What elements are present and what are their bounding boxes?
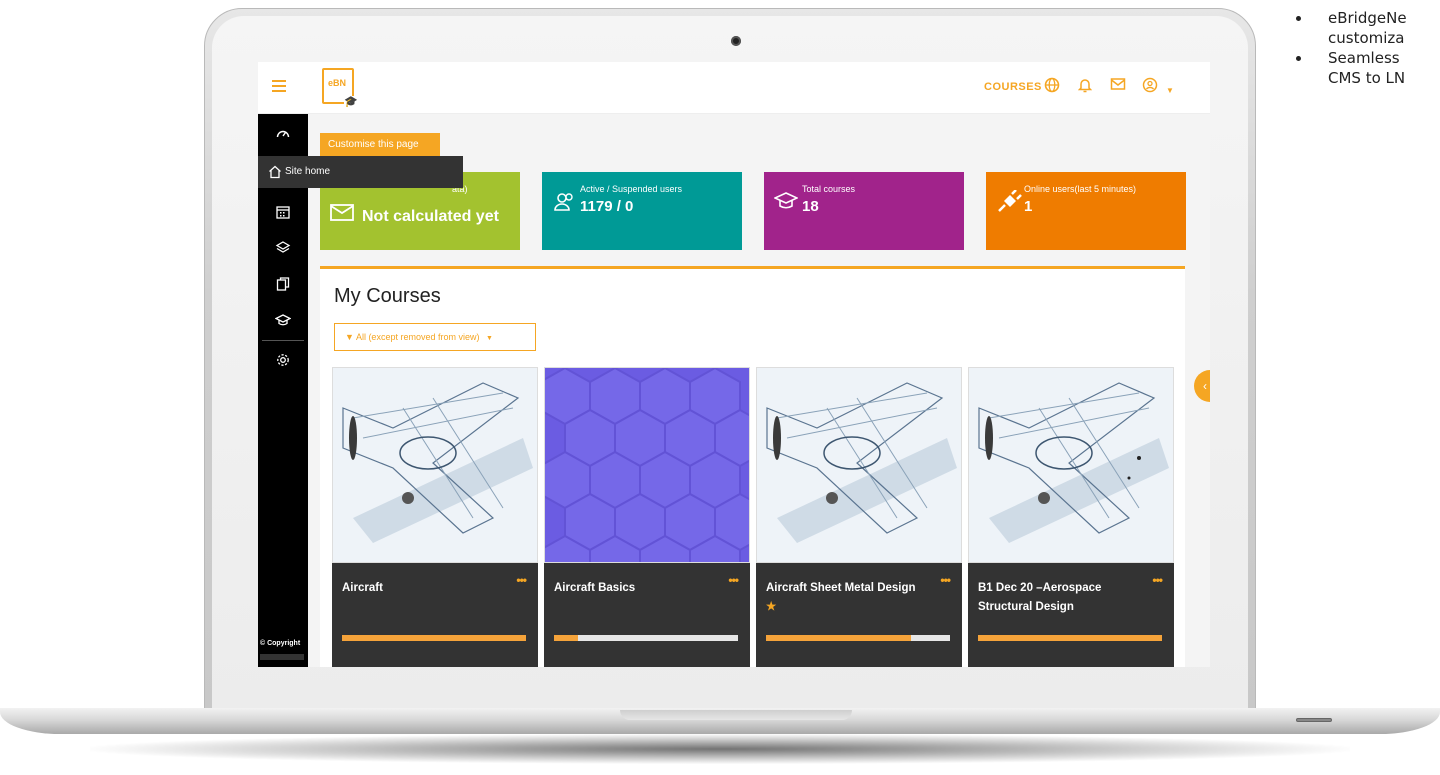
- mail-open-icon: [330, 202, 354, 227]
- layers-icon[interactable]: [274, 240, 292, 258]
- course-image: [332, 367, 538, 563]
- course-card[interactable]: Aircraft •••: [332, 367, 538, 667]
- course-progress: [766, 635, 950, 641]
- copyright-line: [260, 654, 304, 660]
- mail-icon[interactable]: [1110, 77, 1126, 96]
- dashboard-icon[interactable]: [274, 126, 292, 144]
- user-icon[interactable]: [1142, 77, 1158, 98]
- filter-label: All (except removed from view): [355, 332, 480, 342]
- site-logo[interactable]: eBN 🎓: [322, 68, 358, 108]
- camera-icon: [731, 36, 741, 46]
- course-name[interactable]: Aircraft: [342, 579, 502, 598]
- course-card[interactable]: Aircraft Sheet Metal Design ★ •••: [756, 367, 962, 667]
- users-icon: [552, 190, 576, 219]
- courses-menu[interactable]: COURSES: [984, 81, 1042, 93]
- course-filter-dropdown[interactable]: ▼ All (except removed from view) ▼: [334, 323, 536, 351]
- tile-label: Online users(last 5 minutes): [1024, 184, 1137, 194]
- course-name[interactable]: B1 Dec 20 –Aerospace Structural Design: [978, 579, 1138, 617]
- stat-tile-users: Active / Suspended users 1179 / 0: [542, 172, 742, 250]
- globe-icon[interactable]: [1044, 77, 1060, 98]
- sidebar-divider: [262, 340, 304, 341]
- side-notes: eBridgeNe customiza Seamless CMS to LN: [1296, 8, 1440, 88]
- chevron-left-icon: ‹: [1203, 379, 1207, 393]
- tile-value: Not calculated yet: [362, 208, 499, 225]
- course-name[interactable]: Aircraft Sheet Metal Design ★: [766, 579, 926, 617]
- course-name[interactable]: Aircraft Basics: [554, 579, 714, 598]
- course-progress: [978, 635, 1162, 641]
- top-navbar: eBN 🎓 COURSES ▼: [258, 62, 1210, 114]
- my-courses-title: My Courses: [334, 285, 441, 307]
- bell-icon[interactable]: [1077, 77, 1093, 98]
- course-card[interactable]: B1 Dec 20 –Aerospace Structural Design •…: [968, 367, 1174, 667]
- course-progress: [342, 635, 526, 641]
- course-menu-icon[interactable]: •••: [728, 573, 739, 587]
- graduation-cap-icon[interactable]: [274, 312, 292, 330]
- filter-icon: ▼: [345, 332, 354, 342]
- tile-label: Active / Suspended users: [580, 184, 683, 194]
- copy-icon[interactable]: [274, 276, 292, 294]
- side-note-1: eBridgeNe customiza: [1296, 8, 1440, 48]
- plug-icon: [996, 189, 1022, 219]
- course-menu-icon[interactable]: •••: [940, 573, 951, 587]
- course-image: [756, 367, 962, 563]
- course-card[interactable]: Aircraft Basics •••: [544, 367, 750, 667]
- tile-value: 18: [802, 198, 819, 215]
- side-note-2: Seamless CMS to LN: [1296, 48, 1440, 88]
- tile-label: Total courses: [802, 184, 856, 194]
- copyright-text: © Copyright: [260, 640, 301, 647]
- hamburger-icon[interactable]: [272, 80, 286, 92]
- star-icon: ★: [766, 601, 777, 613]
- power-indicator: [1296, 718, 1332, 722]
- course-image: [968, 367, 1174, 563]
- course-image: [544, 367, 750, 563]
- laptop-notch: [620, 710, 852, 720]
- progress-fill: [766, 635, 912, 641]
- my-courses-panel: My Courses ▼ All (except removed from vi…: [320, 266, 1185, 667]
- drawer-toggle-button[interactable]: ‹: [1194, 370, 1210, 402]
- progress-fill: [554, 635, 578, 641]
- caret-down-icon: ▼: [486, 335, 493, 342]
- site-home-label: Site home: [285, 166, 331, 177]
- screen: eBN 🎓 COURSES ▼ © Copyright Site home Cu…: [258, 62, 1210, 667]
- customise-page-button[interactable]: Customise this page: [320, 133, 440, 156]
- caret-down-icon[interactable]: ▼: [1166, 82, 1174, 100]
- course-menu-icon[interactable]: •••: [1152, 573, 1163, 587]
- stat-tile-online: Online users(last 5 minutes) 1: [986, 172, 1186, 250]
- tile-value: 1: [1024, 198, 1033, 215]
- laptop-shadow: [90, 734, 1350, 764]
- progress-fill: [342, 635, 526, 641]
- course-progress: [554, 635, 738, 641]
- sidebar: © Copyright: [258, 114, 308, 667]
- tile-value: 1179 / 0: [580, 198, 634, 215]
- stage: eBridgeNe customiza Seamless CMS to LN eBN…: [0, 0, 1440, 775]
- site-home-tooltip[interactable]: Site home: [258, 156, 463, 188]
- stat-tile-courses: Total courses 18: [764, 172, 964, 250]
- calendar-icon[interactable]: [274, 204, 292, 222]
- settings-icon[interactable]: [274, 352, 292, 370]
- progress-fill: [978, 635, 1162, 641]
- home-icon: [268, 165, 282, 182]
- course-menu-icon[interactable]: •••: [516, 573, 527, 587]
- graduation-cap-icon: [773, 190, 799, 217]
